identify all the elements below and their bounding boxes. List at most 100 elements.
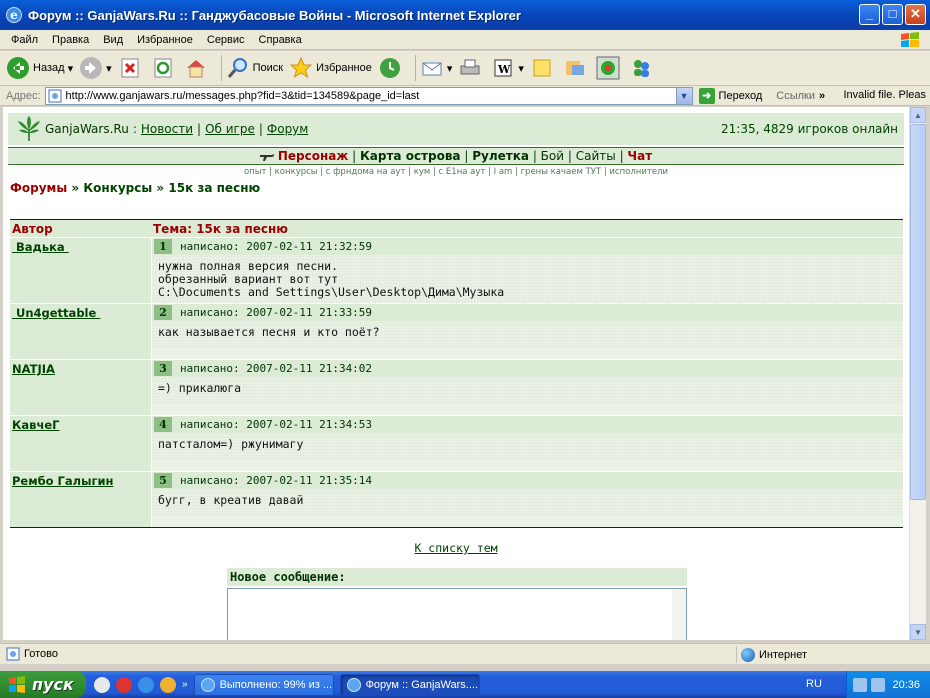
menu-tools[interactable]: Сервис (200, 34, 252, 46)
discuss-button[interactable] (530, 56, 557, 80)
toolbar: Назад ▾ ▾ Поиск Избранное ▾ W ▾ (0, 51, 930, 86)
textarea-scrollbar[interactable] (672, 589, 686, 640)
ie-window: e Форум :: GanjaWars.Ru :: Ганджубасовые… (0, 0, 930, 698)
ie-quick-icon[interactable] (138, 676, 154, 693)
print-button[interactable] (458, 56, 485, 80)
post-number[interactable]: 4 (154, 417, 172, 432)
post-author-link[interactable]: Un4gettable (12, 306, 100, 320)
favorites-button[interactable]: Избранное (289, 56, 372, 80)
thread-header: Автор Тема: 15к за песню (10, 220, 903, 238)
minimize-button[interactable]: _ (859, 4, 880, 25)
star-icon (289, 56, 313, 79)
menu-edit[interactable]: Правка (45, 34, 96, 46)
message-textarea[interactable] (227, 588, 687, 640)
post-message-cell: 5 написано: 2007-02-11 21:35:14 бугг, в кр… (151, 472, 903, 527)
nav-character-link[interactable]: Персонаж (278, 149, 348, 163)
post-header: 1 написано: 2007-02-11 21:32:59 (152, 238, 903, 255)
post-body: патсталом=) ржунимагу (152, 433, 903, 459)
quick-launch-more-icon[interactable]: » (182, 679, 188, 690)
tray-network-icon[interactable] (853, 677, 867, 692)
refresh-button[interactable] (151, 56, 178, 80)
go-button[interactable]: ➜ Переход (698, 87, 762, 104)
post-number[interactable]: 1 (154, 239, 172, 254)
nav-chat-link[interactable]: Чат (627, 149, 652, 163)
post-line: =) прикалюга (158, 381, 242, 395)
nav-about-link[interactable]: Об игре (205, 122, 255, 136)
icq-button[interactable] (596, 56, 623, 80)
forward-button[interactable]: ▾ (79, 56, 112, 80)
start-button[interactable]: пуск (0, 671, 86, 698)
links-button[interactable]: Ссылки (776, 90, 815, 102)
menu-favorites[interactable]: Избранное (130, 34, 200, 46)
breadcrumb-topic: 15к за песню (168, 181, 261, 195)
main-nav: Персонаж | Карта острова | Рулетка | Бой… (8, 148, 904, 165)
nav-map-link[interactable]: Карта острова (360, 149, 461, 163)
table-row: КавчеГ 4 написано: 2007-02-11 21:34:53 патс… (10, 416, 903, 472)
post-author-cell: КавчеГ (10, 416, 151, 471)
research-button[interactable] (563, 56, 590, 80)
nav-battle-link[interactable]: Бой (541, 149, 564, 163)
breadcrumb-contests[interactable]: Конкурсы (83, 181, 152, 195)
page-status-icon (6, 647, 20, 661)
post-date: написано: 2007-02-11 21:35:14 (180, 474, 373, 487)
home-icon (186, 60, 205, 78)
page-scrollbar[interactable]: ▲ ▼ (909, 107, 926, 640)
windows-flag-icon (901, 32, 919, 47)
back-to-topics-link[interactable]: К списку тем (3, 541, 909, 555)
security-zone: Интернет (736, 646, 926, 663)
search-button[interactable]: Поиск (226, 56, 283, 80)
back-button[interactable]: Назад ▾ (6, 56, 73, 80)
windows-start-icon (9, 675, 25, 693)
post-author-link[interactable]: Вадька (12, 240, 69, 254)
messenger-button[interactable] (629, 56, 656, 80)
maximize-button[interactable]: □ (882, 4, 903, 25)
post-body: нужна полная версия песни. обрезанный вар… (152, 255, 903, 307)
edit-button[interactable]: W ▾ (491, 56, 524, 80)
sub-links[interactable]: опыт | конкурсы | с фрндома на аут | кум… (8, 167, 904, 177)
language-indicator[interactable]: RU (806, 671, 822, 698)
desktop-icon[interactable] (94, 676, 110, 693)
ie-logo-icon: e (6, 7, 22, 23)
go-arrow-icon: ➜ (698, 87, 715, 104)
nav-sites-link[interactable]: Сайты (576, 149, 616, 163)
tray-volume-icon[interactable] (871, 677, 885, 692)
nav-news-link[interactable]: Новости (141, 122, 193, 136)
forward-arrow-icon (80, 57, 103, 79)
menu-bar: Файл Правка Вид Избранное Сервис Справка (0, 30, 930, 50)
address-bar: Адрес: http://www.ganjawars.ru/messages.… (0, 86, 930, 106)
menu-file[interactable]: Файл (4, 34, 45, 46)
window-title: Форум :: GanjaWars.Ru :: Ганджубасовые В… (28, 7, 521, 23)
scroll-down-icon[interactable]: ▼ (910, 624, 926, 640)
post-author-link[interactable]: Рембо Галыгин (12, 474, 113, 488)
scroll-up-icon[interactable]: ▲ (910, 107, 926, 123)
address-dropdown-icon[interactable]: ▼ (675, 87, 692, 104)
close-button[interactable]: ✕ (905, 4, 926, 25)
breadcrumb-forums[interactable]: Форумы (10, 181, 67, 195)
site-header: GanjaWars.Ru : Новости | Об игре | Форум 2… (8, 113, 904, 145)
post-date: написано: 2007-02-11 21:33:59 (180, 306, 373, 319)
gun-icon (259, 153, 274, 161)
post-number[interactable]: 2 (154, 305, 172, 320)
opera-icon[interactable] (116, 676, 132, 693)
post-header: 3 написано: 2007-02-11 21:34:02 (152, 360, 903, 377)
task-forum[interactable]: Форум :: GanjaWars.... (339, 673, 480, 696)
stop-button[interactable] (118, 56, 145, 80)
home-button[interactable] (184, 56, 211, 80)
menu-help[interactable]: Справка (252, 34, 309, 46)
post-line: C:\Documents and Settings\User\Desktop\Д… (158, 285, 505, 299)
nav-forum-link[interactable]: Форум (267, 122, 308, 136)
post-author-link[interactable]: КавчеГ (12, 418, 59, 432)
address-input[interactable]: http://www.ganjawars.ru/messages.php?fid… (44, 86, 693, 105)
nav-roulette-link[interactable]: Рулетка (472, 149, 529, 163)
mail-button[interactable]: ▾ (420, 56, 452, 80)
post-number[interactable]: 3 (154, 361, 172, 376)
menu-view[interactable]: Вид (96, 34, 130, 46)
task-download[interactable]: Выполнено: 99% из ... (193, 673, 334, 696)
scroll-thumb[interactable] (910, 124, 926, 500)
post-author-link[interactable]: NATJIA (12, 362, 55, 376)
post-number[interactable]: 5 (154, 473, 172, 488)
system-tray: 20:36 (846, 671, 930, 698)
winamp-icon[interactable] (160, 676, 176, 693)
history-button[interactable] (378, 56, 405, 80)
globe-icon (741, 647, 755, 662)
